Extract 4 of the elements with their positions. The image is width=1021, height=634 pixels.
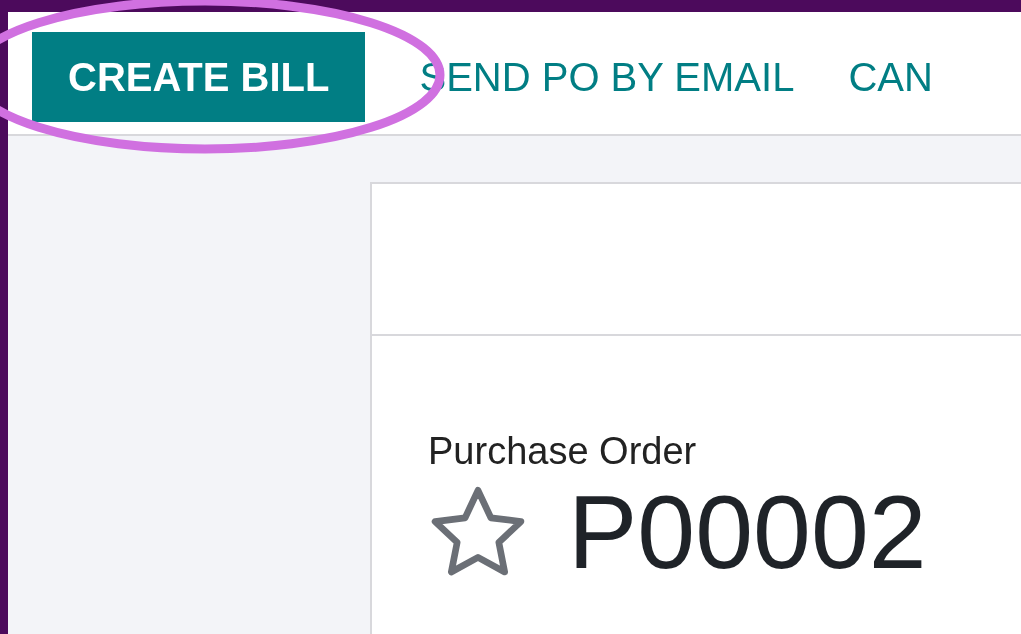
toolbar-link[interactable]: CAN bbox=[848, 32, 933, 122]
create-bill-button[interactable]: CREATE BILL bbox=[32, 32, 366, 122]
record-title: P00002 bbox=[568, 479, 927, 584]
document-type-label: Purchase Order bbox=[428, 429, 697, 474]
